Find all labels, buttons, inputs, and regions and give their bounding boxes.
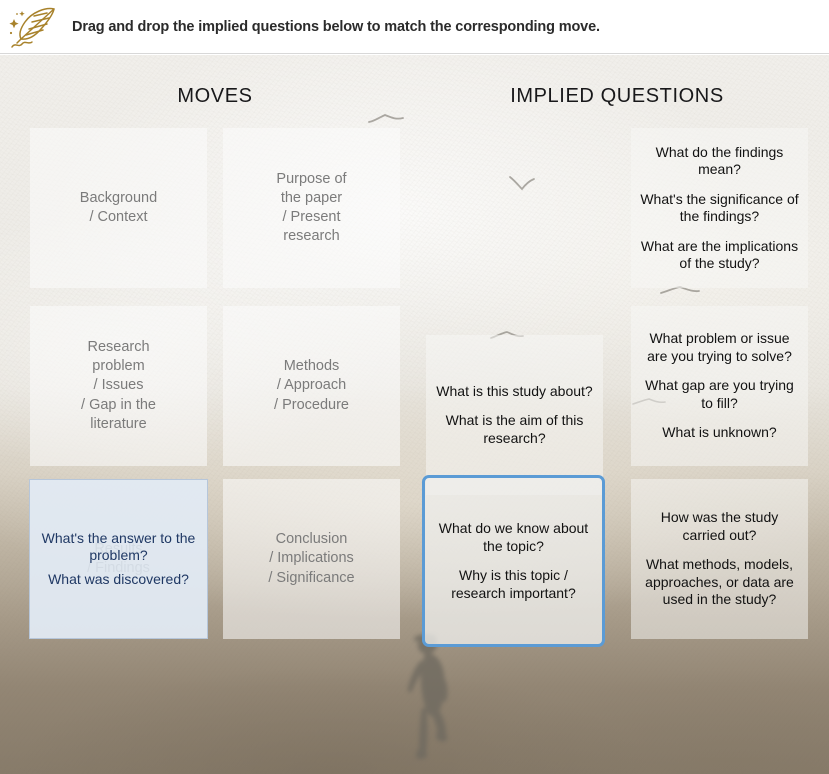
move-card-conclusion-implications[interactable]: Conclusion / Implications / Significance	[223, 479, 400, 639]
question-line: What do the findings mean?	[655, 143, 784, 178]
activity-board: MOVES IMPLIED QUESTIONS Background / Con…	[0, 55, 829, 774]
column-heading-moves: MOVES	[177, 85, 253, 107]
move-card-label: Conclusion / Implications / Significance	[268, 531, 355, 586]
question-line: What do we know about the topic?	[438, 520, 589, 554]
move-card-label: Background / Context	[79, 189, 158, 225]
question-line: What methods, models, approaches, or dat…	[645, 556, 794, 608]
question-card-problem-gap[interactable]: What problem or issue are you trying to …	[631, 306, 808, 466]
question-line: What's the significance of the findings?	[640, 190, 799, 225]
question-line: What is the aim of this research?	[445, 412, 584, 446]
question-line: What are the implications of the study?	[640, 237, 799, 272]
question-card-findings-meaning[interactable]: What do the findings mean? What's the si…	[631, 128, 808, 288]
question-line: What is unknown?	[662, 424, 777, 441]
question-line: What problem or issue are you trying to …	[647, 330, 792, 364]
question-line: How was the study carried out?	[660, 509, 779, 543]
question-card-methods-used[interactable]: How was the study carried out? What meth…	[631, 479, 808, 639]
move-card-label: Purpose of the paper / Present research	[276, 170, 347, 245]
move-card-methods-approach[interactable]: Methods / Approach / Procedure	[223, 306, 400, 466]
question-line: What's the answer to the problem?	[41, 529, 196, 564]
instruction-header: Drag and drop the implied questions belo…	[0, 0, 829, 54]
question-line: What gap are you trying to fill?	[645, 377, 794, 411]
instruction-text: Drag and drop the implied questions belo…	[72, 18, 600, 35]
quill-feather-icon	[6, 3, 64, 51]
move-card-label: Research problem / Issues / Gap in the l…	[81, 339, 156, 432]
dragged-question-card-answer-problem[interactable]: What's the answer to the problem? What w…	[29, 479, 208, 639]
move-card-purpose-of-paper[interactable]: Purpose of the paper / Present research	[223, 128, 400, 288]
move-card-label: Methods / Approach / Procedure	[274, 358, 349, 413]
question-line: Why is this topic / research important?	[451, 567, 576, 601]
question-line: What was discovered?	[48, 570, 189, 587]
column-heading-implied-questions: IMPLIED QUESTIONS	[510, 85, 724, 107]
move-card-research-problem[interactable]: Research problem / Issues / Gap in the l…	[30, 306, 207, 466]
move-card-background-context[interactable]: Background / Context	[30, 128, 207, 288]
question-card-know-topic[interactable]: What do we know about the topic? Why is …	[422, 475, 605, 647]
question-line: What is this study about?	[436, 382, 593, 399]
question-card-study-about[interactable]: What is this study about? What is the ai…	[426, 335, 603, 495]
